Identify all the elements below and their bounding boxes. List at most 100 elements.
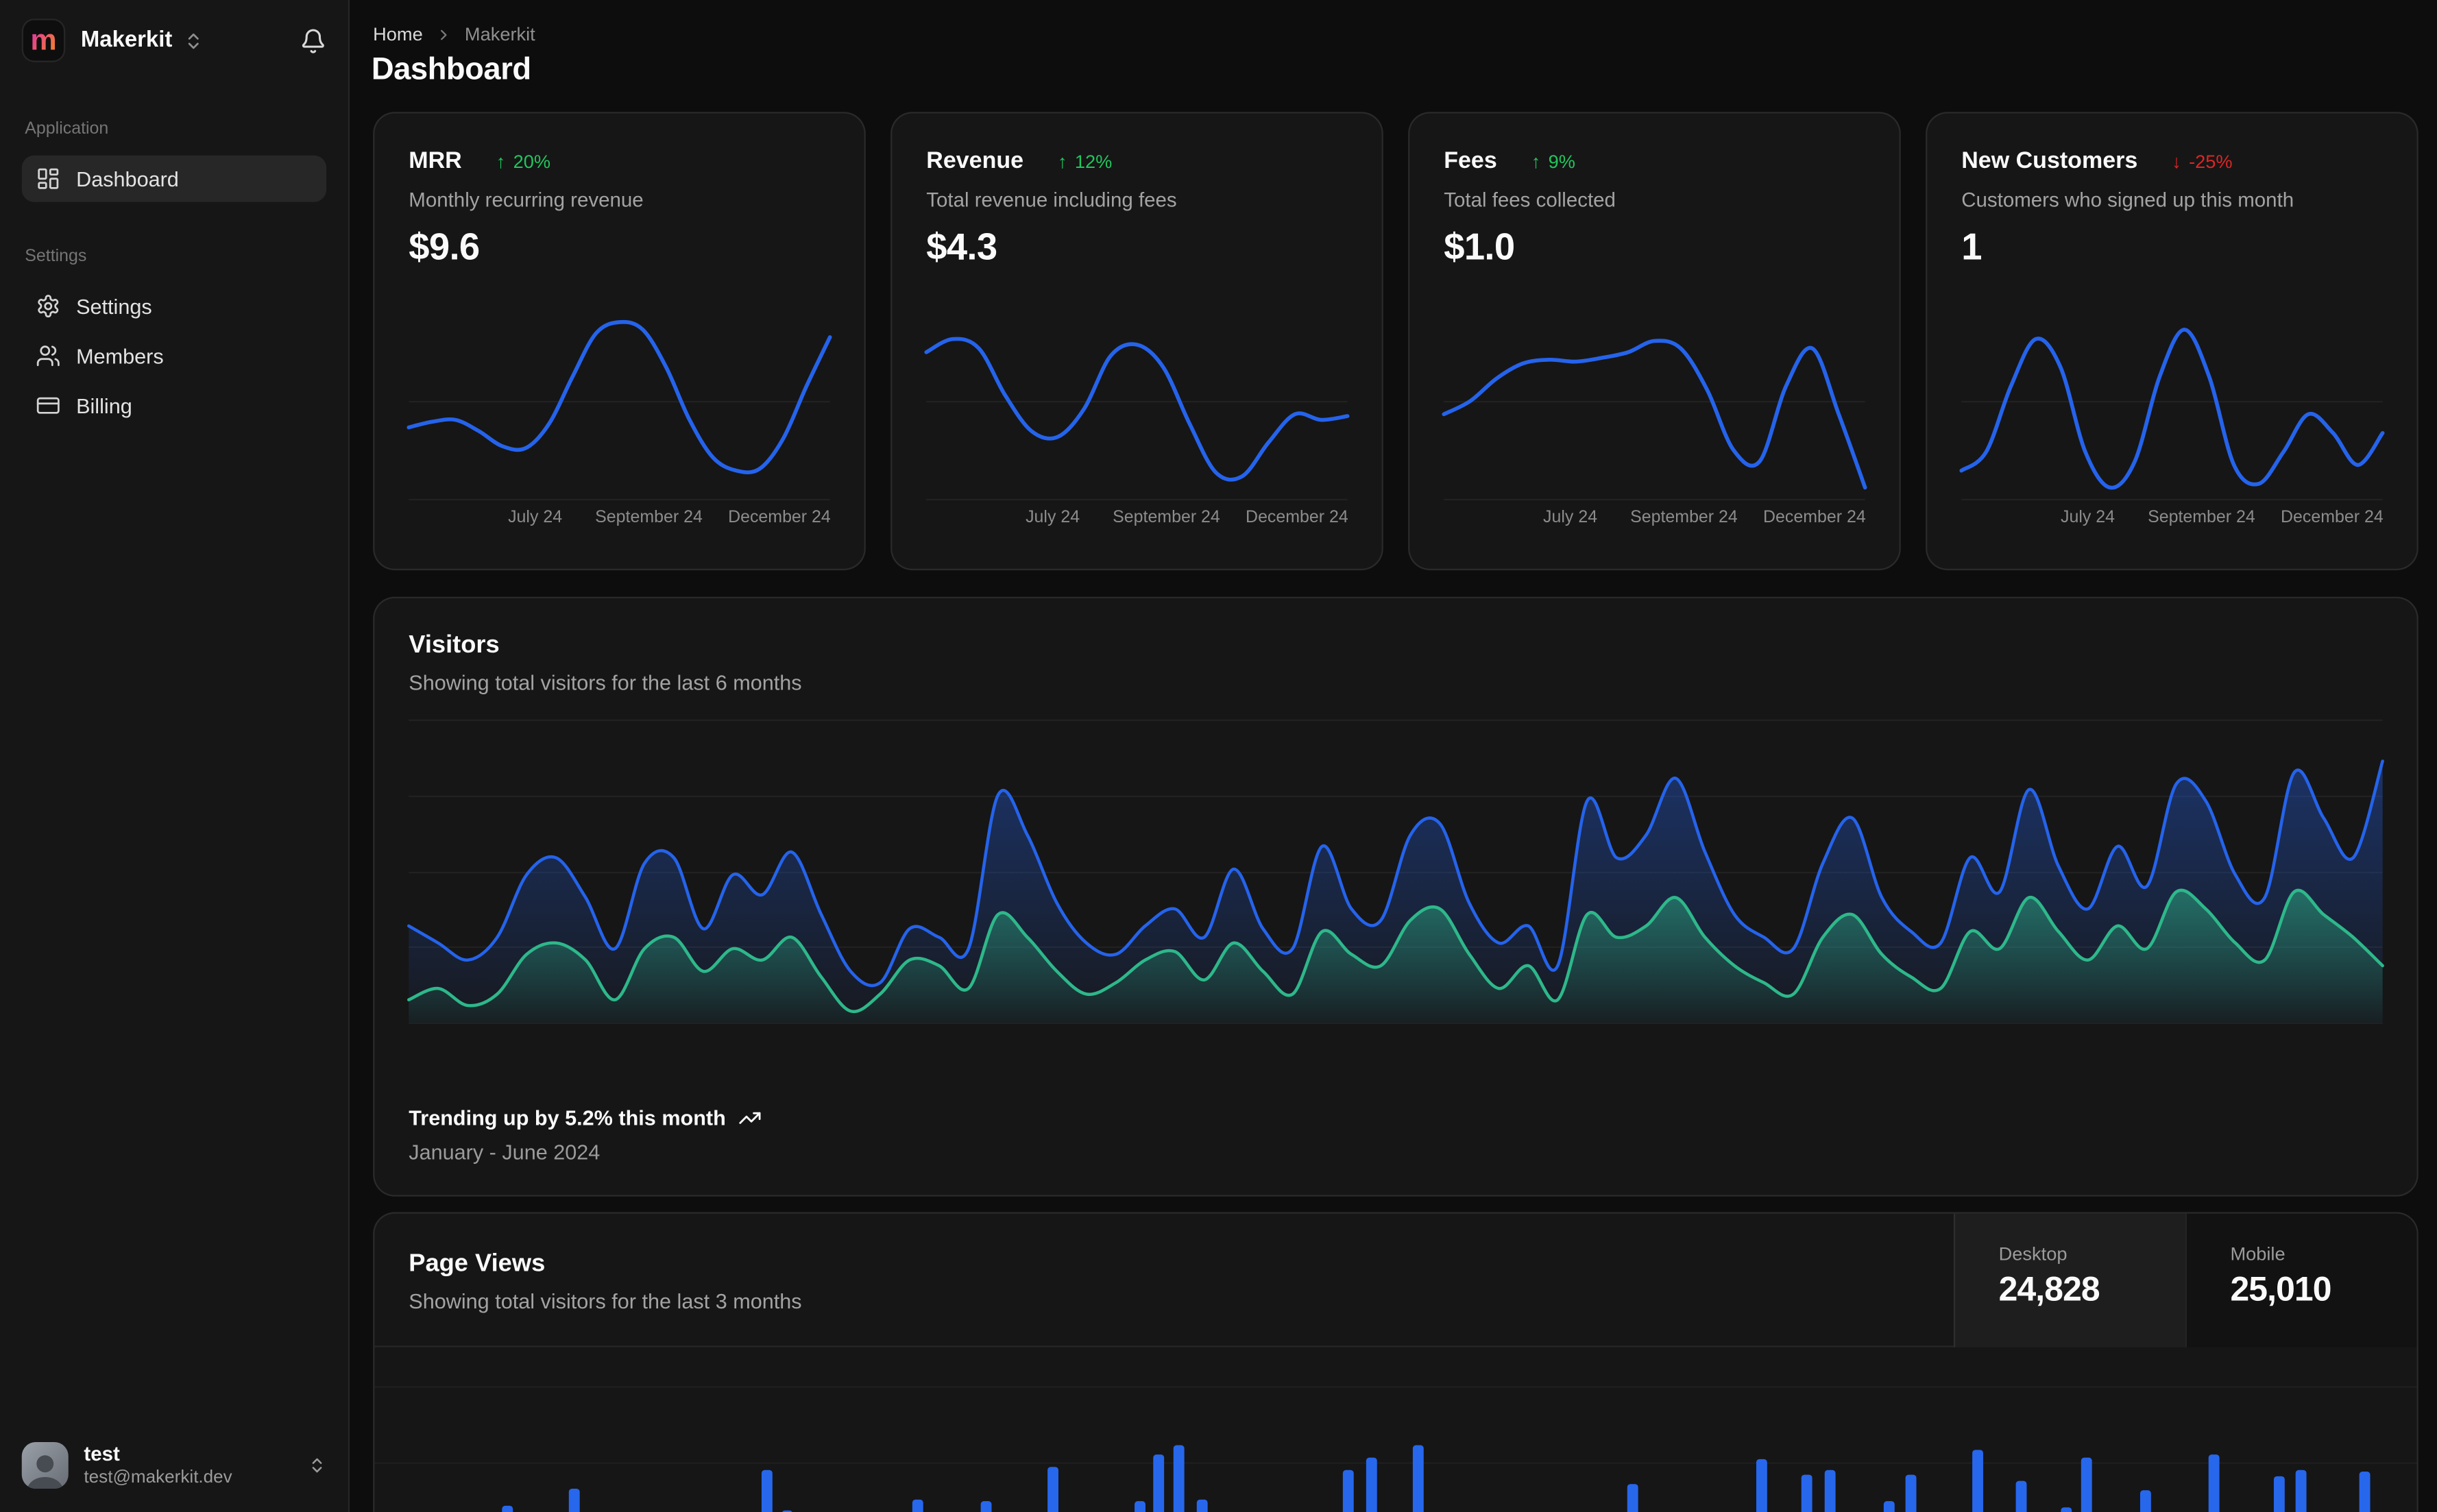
stat-value: 1: [1961, 227, 1982, 269]
bar: [1197, 1499, 1209, 1512]
stat-value: $4.3: [926, 227, 997, 269]
sparkline-x-axis: July 24 September 24 December 24: [1444, 508, 1866, 530]
sidebar-item-billing[interactable]: Billing: [22, 382, 326, 429]
visitors-date-range: January - June 2024: [409, 1141, 601, 1165]
arrow-up-icon: ↑: [1057, 149, 1067, 172]
page-views-toggles: Desktop 24,828 Mobile 25,010: [1953, 1213, 2417, 1348]
stat-description: Customers who signed up this month: [1961, 188, 2294, 212]
bar: [762, 1470, 773, 1512]
trend-badge: ↑ 9%: [1531, 149, 1575, 172]
sparkline-chart: [926, 303, 1347, 501]
stat-title: Revenue: [926, 147, 1024, 174]
toggle-value: 24,828: [1998, 1269, 2100, 1308]
toggle-mobile[interactable]: Mobile 25,010: [2185, 1213, 2417, 1348]
visitors-card: Visitors Showing total visitors for the …: [373, 596, 2418, 1197]
chevrons-up-down-icon: [183, 30, 203, 50]
user-email: test@makerkit.dev: [84, 1468, 232, 1487]
stat-title: New Customers: [1961, 147, 2138, 174]
axis-tick: July 24: [508, 508, 563, 527]
stat-title: MRR: [409, 147, 462, 174]
bar: [1824, 1470, 1836, 1512]
sidebar-item-settings[interactable]: Settings: [22, 283, 326, 330]
sidebar: m Makerkit Application Dashboard Setting…: [0, 0, 350, 1512]
bar: [1154, 1454, 1165, 1512]
stat-description: Total fees collected: [1444, 188, 1616, 212]
team-picker[interactable]: Makerkit: [81, 28, 204, 53]
bar: [912, 1499, 923, 1512]
sidebar-section-application: Application Dashboard: [0, 120, 348, 202]
stat-card-revenue: Revenue ↑ 12% Total revenue including fee…: [890, 112, 1383, 571]
sparkline-x-axis: July 24 September 24 December 24: [1961, 508, 2384, 530]
stat-card-fees: Fees ↑ 9% Total fees collected $1.0 July …: [1408, 112, 1901, 571]
bar: [2273, 1476, 2285, 1512]
logo-letter: m: [30, 24, 57, 57]
layout-dashboard-icon: [36, 167, 60, 191]
nav-label: Dashboard: [76, 167, 179, 191]
bar: [1905, 1474, 1917, 1512]
toggle-label: Mobile: [2230, 1243, 2286, 1265]
axis-tick: December 24: [728, 508, 831, 527]
sidebar-item-members[interactable]: Members: [22, 332, 326, 379]
axis-tick: September 24: [1113, 508, 1220, 527]
user-menu[interactable]: test test@makerkit.dev: [0, 1419, 348, 1512]
team-name: Makerkit: [80, 27, 173, 53]
axis-tick: July 24: [1026, 508, 1080, 527]
trend-badge: ↑ 12%: [1057, 149, 1113, 172]
breadcrumb: Home Makerkit: [373, 23, 535, 45]
users-icon: [36, 343, 60, 368]
sparkline-chart: [1444, 303, 1865, 501]
stat-value: $1.0: [1444, 227, 1515, 269]
visitors-subtitle: Showing total visitors for the last 6 mo…: [409, 671, 802, 695]
axis-tick: December 24: [1763, 508, 1866, 527]
bar: [1173, 1445, 1185, 1512]
trend-badge: ↓ -25%: [2172, 149, 2233, 172]
user-name: test: [84, 1441, 120, 1465]
bar: [2061, 1507, 2072, 1512]
trending-up-icon: [738, 1106, 762, 1130]
stat-title: Fees: [1444, 147, 1497, 174]
user-texts: test test@makerkit.dev: [84, 1441, 232, 1489]
visitors-footer: Trending up by 5.2% this month January -…: [409, 1106, 762, 1164]
sparkline-chart: [409, 303, 829, 501]
chevrons-up-down-icon: [308, 1456, 326, 1474]
bar: [1047, 1467, 1058, 1512]
bar: [2208, 1454, 2220, 1512]
arrow-up-icon: ↑: [1531, 149, 1541, 172]
toggle-label: Desktop: [1998, 1243, 2068, 1265]
sidebar-section-settings: Settings Settings Members Billing: [0, 247, 348, 428]
sparkline-chart: [1961, 303, 2382, 501]
axis-tick: July 24: [2061, 508, 2115, 527]
axis-tick: July 24: [1543, 508, 1598, 527]
trend-badge: ↑ 20%: [496, 149, 551, 172]
stat-description: Monthly recurring revenue: [409, 188, 644, 212]
bar: [2080, 1457, 2092, 1512]
nav-label: Settings: [76, 294, 152, 318]
toggle-desktop[interactable]: Desktop 24,828: [1953, 1213, 2185, 1348]
page-views-card: Page Views Showing total visitors for th…: [373, 1212, 2418, 1512]
axis-tick: December 24: [2281, 508, 2384, 527]
visitors-trend-text: Trending up by 5.2% this month: [409, 1106, 726, 1130]
bar: [502, 1505, 513, 1512]
bar: [569, 1488, 581, 1512]
bar: [1756, 1459, 1767, 1512]
page-title: Dashboard: [371, 53, 531, 87]
stat-cards-row: MRR ↑ 20% Monthly recurring revenue $9.6 …: [373, 112, 2418, 571]
section-label: Application: [25, 119, 109, 138]
avatar: [21, 1441, 69, 1489]
notifications-button[interactable]: [300, 27, 327, 54]
sparkline-x-axis: July 24 September 24 December 24: [926, 508, 1348, 530]
visitors-title: Visitors: [409, 632, 500, 659]
bell-icon: [300, 27, 327, 54]
breadcrumb-home-link[interactable]: Home: [373, 23, 423, 45]
nav-label: Billing: [76, 393, 132, 417]
bar: [2360, 1472, 2371, 1512]
sidebar-item-dashboard[interactable]: Dashboard: [21, 155, 327, 202]
page-views-header: Page Views Showing total visitors for th…: [374, 1213, 2417, 1348]
stat-card-mrr: MRR ↑ 20% Monthly recurring revenue $9.6 …: [373, 112, 866, 571]
section-label: Settings: [25, 247, 87, 266]
visitors-area-chart: [409, 719, 2382, 1025]
bar: [1883, 1501, 1895, 1512]
sidebar-header: m Makerkit: [0, 0, 348, 62]
bar: [1134, 1501, 1145, 1512]
bar: [1342, 1470, 1354, 1512]
